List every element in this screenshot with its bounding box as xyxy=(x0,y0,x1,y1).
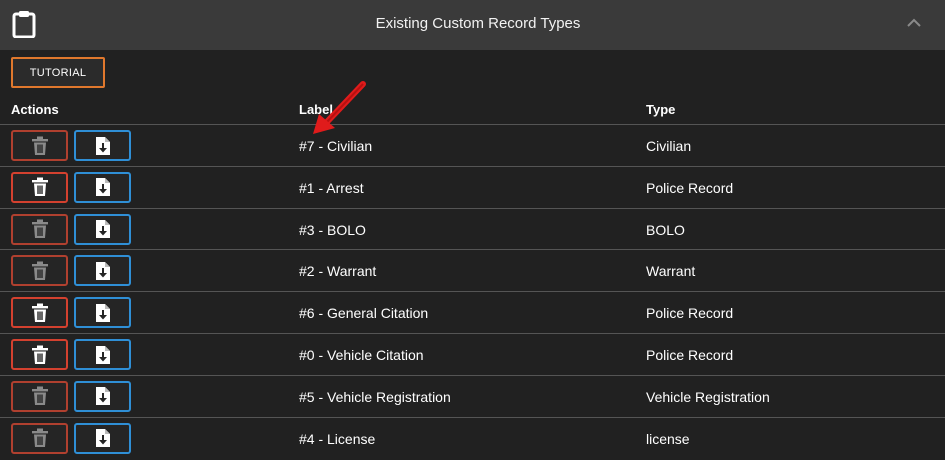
file-download-icon xyxy=(95,387,110,406)
file-download-icon xyxy=(95,429,110,448)
table-row: #4 - License license xyxy=(0,416,945,460)
type-column-header[interactable]: Type xyxy=(646,102,675,117)
trash-icon xyxy=(31,177,48,197)
tutorial-button[interactable]: TUTORIAL xyxy=(11,57,105,88)
record-label: #7 - Civilian xyxy=(299,138,373,154)
record-type: Civilian xyxy=(646,138,692,154)
trash-icon xyxy=(31,386,48,406)
table-row: #1 - Arrest Police Record xyxy=(0,165,945,209)
record-type: Vehicle Registration xyxy=(646,388,770,405)
record-label: #5 - Vehicle Registration xyxy=(299,388,451,405)
record-label: #0 - Vehicle Citation xyxy=(299,347,424,363)
download-button[interactable] xyxy=(74,213,131,245)
delete-button[interactable] xyxy=(11,339,68,370)
actions-column-header: Actions xyxy=(11,102,59,117)
chevron-up-icon[interactable] xyxy=(906,16,922,28)
record-type: Police Record xyxy=(646,347,734,363)
annotation-arrow xyxy=(313,81,366,134)
download-button[interactable] xyxy=(74,255,131,287)
trash-icon xyxy=(31,219,48,239)
delete-button[interactable] xyxy=(11,255,68,287)
record-type: Police Record xyxy=(646,179,734,196)
download-button[interactable] xyxy=(74,130,131,161)
record-type: license xyxy=(646,430,690,447)
record-label: #2 - Warrant xyxy=(299,263,377,280)
record-label: #6 - General Citation xyxy=(299,305,429,322)
download-button[interactable] xyxy=(74,422,131,454)
record-label: #3 - BOLO xyxy=(299,221,366,238)
file-download-icon xyxy=(95,136,110,155)
delete-button[interactable] xyxy=(11,380,68,412)
record-label: #1 - Arrest xyxy=(299,179,364,196)
table-row: #6 - General Citation Police Record xyxy=(0,291,945,334)
download-button[interactable] xyxy=(74,339,131,370)
table-row: #0 - Vehicle Citation Police Record xyxy=(0,333,945,376)
trash-icon xyxy=(31,303,48,322)
panel-header[interactable]: Existing Custom Record Types xyxy=(0,0,945,50)
panel-title: Existing Custom Record Types xyxy=(375,15,581,32)
trash-icon xyxy=(31,136,48,155)
file-download-icon xyxy=(95,345,110,364)
download-button[interactable] xyxy=(74,297,131,329)
delete-button[interactable] xyxy=(11,297,68,329)
file-download-icon xyxy=(95,303,110,322)
trash-icon xyxy=(31,261,48,280)
table-row: #3 - BOLO BOLO xyxy=(0,207,945,251)
trash-icon xyxy=(31,428,48,448)
download-button[interactable] xyxy=(74,380,131,412)
file-download-icon xyxy=(95,178,110,197)
delete-button[interactable] xyxy=(11,171,68,203)
delete-button[interactable] xyxy=(11,130,68,161)
record-type: Police Record xyxy=(646,305,734,322)
delete-button[interactable] xyxy=(11,213,68,245)
delete-button[interactable] xyxy=(11,422,68,454)
file-download-icon xyxy=(95,261,110,280)
table-row: #2 - Warrant Warrant xyxy=(0,249,945,292)
table-row: #7 - Civilian Civilian xyxy=(0,124,945,167)
file-download-icon xyxy=(95,220,110,239)
record-type: BOLO xyxy=(646,221,685,238)
table-row: #5 - Vehicle Registration Vehicle Regist… xyxy=(0,374,945,418)
record-label: #4 - License xyxy=(299,430,376,447)
download-button[interactable] xyxy=(74,171,131,203)
record-type: Warrant xyxy=(646,263,696,280)
trash-icon xyxy=(31,345,48,364)
